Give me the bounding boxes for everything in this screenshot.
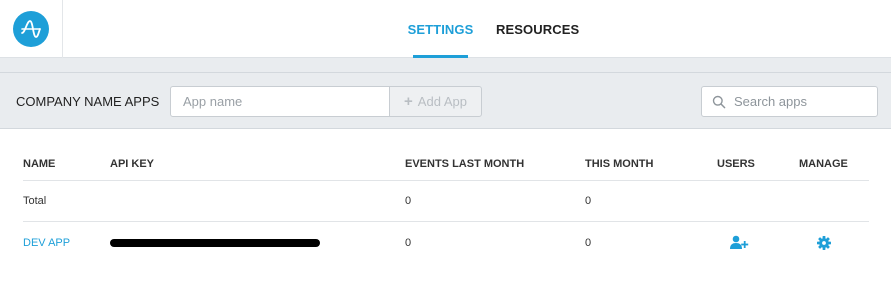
column-header-manage: MANAGE: [799, 158, 848, 170]
column-header-events-last-month[interactable]: EVENTS LAST MONTH: [405, 151, 524, 180]
table-row-total: Total 0 0: [23, 181, 869, 222]
users-cell: [719, 222, 759, 263]
row-this-month: 0: [585, 195, 592, 207]
column-header-this-month[interactable]: THIS MONTH: [585, 151, 653, 180]
search-box[interactable]: [701, 86, 878, 117]
tab-settings[interactable]: SETTINGS: [408, 0, 473, 58]
logo-container[interactable]: [0, 0, 63, 58]
row-events-last-month: 0: [405, 236, 412, 249]
row-events-last-month: 0: [405, 195, 412, 207]
add-app-label: Add App: [417, 94, 467, 109]
row-this-month: 0: [585, 236, 592, 249]
search-icon: [712, 95, 726, 109]
column-header-users: USERS: [717, 158, 755, 170]
plus-icon: +: [404, 93, 413, 110]
apps-table: NAME API KEY EVENTS LAST MONTH THIS MONT…: [23, 151, 869, 263]
column-header-name[interactable]: NAME: [23, 151, 55, 180]
row-name: Total: [23, 195, 47, 207]
panel-header: COMPANY NAME APPS + Add App: [0, 73, 891, 129]
table-row: DEV APP 0 0: [23, 222, 869, 263]
apps-panel: COMPANY NAME APPS + Add App NAME API KEY…: [0, 72, 891, 292]
page-title: COMPANY NAME APPS: [16, 94, 160, 109]
table-header-row: NAME API KEY EVENTS LAST MONTH THIS MONT…: [23, 151, 869, 181]
app-name-link[interactable]: DEV APP: [23, 222, 70, 263]
manage-cell: [804, 222, 844, 263]
column-header-api-key[interactable]: API KEY: [110, 151, 154, 180]
redacted-api-key: [110, 238, 320, 247]
amplitude-logo-icon[interactable]: [13, 11, 49, 47]
gear-icon[interactable]: [817, 235, 831, 250]
top-navigation-bar: SETTINGS RESOURCES: [0, 0, 891, 58]
app-name-input[interactable]: [170, 86, 390, 117]
add-app-button[interactable]: + Add App: [389, 86, 482, 117]
add-user-icon[interactable]: [729, 235, 749, 250]
api-key-value: [110, 222, 320, 263]
tab-resources[interactable]: RESOURCES: [496, 0, 579, 58]
search-input[interactable]: [734, 94, 874, 109]
